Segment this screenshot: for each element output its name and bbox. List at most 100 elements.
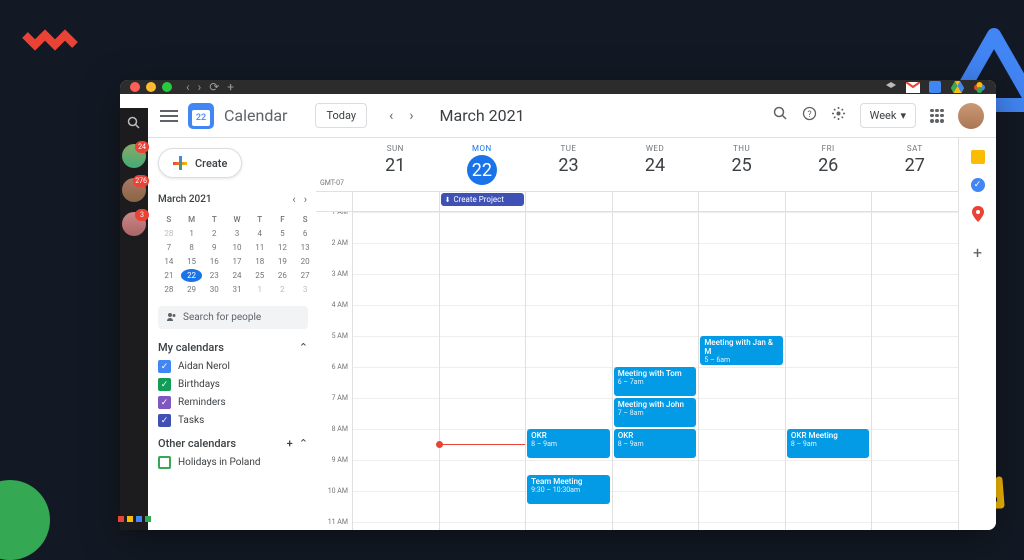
mini-day[interactable]: 15 — [181, 255, 203, 268]
tasks-icon[interactable]: ✓ — [971, 178, 985, 192]
event[interactable]: Meeting with John7 – 8am — [614, 398, 697, 427]
mini-day[interactable]: 29 — [181, 283, 203, 296]
day-header[interactable]: THU25 — [698, 138, 785, 191]
close-window-button[interactable] — [130, 82, 140, 92]
checkbox-icon[interactable]: ✓ — [158, 378, 171, 391]
forward-icon[interactable]: › — [198, 80, 202, 94]
checkbox-icon[interactable] — [158, 456, 171, 469]
mini-day[interactable]: 16 — [203, 255, 225, 268]
mini-day[interactable]: 23 — [203, 269, 225, 282]
mini-day[interactable]: 11 — [249, 241, 271, 254]
mini-day[interactable]: 31 — [226, 283, 248, 296]
mini-prev-button[interactable]: ‹ — [289, 192, 298, 207]
day-column[interactable] — [871, 212, 958, 530]
workspace-avatar[interactable]: 24 — [122, 144, 146, 168]
minimize-window-button[interactable] — [146, 82, 156, 92]
help-icon[interactable]: ? — [802, 106, 817, 125]
add-calendar-icon[interactable]: + — [287, 437, 293, 450]
view-selector[interactable]: Week ▾ — [860, 103, 916, 128]
mini-day[interactable]: 18 — [249, 255, 271, 268]
maps-icon[interactable] — [970, 206, 986, 222]
day-column[interactable]: Meeting with Tom6 – 7amMeeting with John… — [612, 212, 699, 530]
search-icon[interactable] — [773, 106, 788, 125]
next-period-button[interactable]: › — [403, 105, 419, 127]
day-column[interactable] — [439, 212, 526, 530]
mini-day[interactable]: 28 — [158, 227, 180, 240]
event[interactable]: OKR Meeting8 – 9am — [787, 429, 870, 458]
keep-icon[interactable] — [971, 150, 985, 164]
mini-day[interactable]: 9 — [203, 241, 225, 254]
other-calendars-header[interactable]: Other calendars + ⌃ — [158, 437, 316, 450]
calendar-item[interactable]: ✓Aidan Nerol — [158, 360, 316, 373]
day-column[interactable]: OKR8 – 9am Team Meeting9:30 – 10:30am — [525, 212, 612, 530]
event[interactable]: OKR8 – 9am — [527, 429, 610, 458]
mini-next-button[interactable]: › — [301, 192, 310, 207]
settings-icon[interactable] — [831, 106, 846, 125]
mini-day[interactable]: 7 — [158, 241, 180, 254]
checkbox-icon[interactable]: ✓ — [158, 414, 171, 427]
allday-event-chip[interactable]: ⬇ Create Project — [441, 193, 525, 206]
my-calendars-header[interactable]: My calendars ⌃ — [158, 341, 316, 354]
day-column[interactable]: Meeting with Jan & M5 – 6am — [698, 212, 785, 530]
mini-day[interactable]: 27 — [294, 269, 316, 282]
checkbox-icon[interactable]: ✓ — [158, 360, 171, 373]
mini-day[interactable]: 30 — [203, 283, 225, 296]
mini-day[interactable]: 25 — [249, 269, 271, 282]
day-header[interactable]: TUE23 — [525, 138, 612, 191]
mini-day[interactable]: 5 — [272, 227, 294, 240]
event[interactable]: Meeting with Jan & M5 – 6am — [700, 336, 783, 365]
apps-grid-icon[interactable] — [930, 109, 944, 123]
mini-day[interactable]: 28 — [158, 283, 180, 296]
day-header[interactable]: SUN21 — [352, 138, 439, 191]
calendar-item[interactable]: ✓Reminders — [158, 396, 316, 409]
create-button[interactable]: Create — [158, 148, 242, 178]
layers-icon[interactable] — [884, 80, 898, 94]
day-header[interactable]: SAT27 — [871, 138, 958, 191]
menu-icon[interactable] — [160, 110, 178, 122]
mini-day[interactable]: 1 — [181, 227, 203, 240]
mini-day[interactable]: 20 — [294, 255, 316, 268]
mini-day[interactable]: 2 — [272, 283, 294, 296]
mini-day[interactable]: 8 — [181, 241, 203, 254]
photos-icon[interactable] — [972, 80, 986, 94]
back-icon[interactable]: ‹ — [186, 80, 190, 94]
mini-day[interactable]: 26 — [272, 269, 294, 282]
event[interactable]: Meeting with Tom6 – 7am — [614, 367, 697, 396]
mini-day[interactable]: 17 — [226, 255, 248, 268]
mini-day[interactable]: 24 — [226, 269, 248, 282]
calendar-item[interactable]: Holidays in Poland — [158, 456, 316, 469]
mini-day[interactable]: 4 — [249, 227, 271, 240]
reload-icon[interactable]: ⟳ — [209, 80, 219, 94]
event[interactable]: Team Meeting9:30 – 10:30am — [527, 475, 610, 504]
event[interactable]: OKR8 – 9am — [614, 429, 697, 458]
mini-day[interactable]: 14 — [158, 255, 180, 268]
day-header[interactable]: WED24 — [612, 138, 699, 191]
mini-day[interactable]: 1 — [249, 283, 271, 296]
drive-icon[interactable] — [950, 80, 964, 94]
workspace-avatar[interactable]: 276 — [122, 178, 146, 202]
shift-apps-icon[interactable] — [118, 516, 151, 522]
calendar-item[interactable]: ✓Tasks — [158, 414, 316, 427]
mini-day[interactable]: 2 — [203, 227, 225, 240]
mini-day[interactable]: 19 — [272, 255, 294, 268]
mini-day[interactable]: 3 — [226, 227, 248, 240]
checkbox-icon[interactable]: ✓ — [158, 396, 171, 409]
day-column[interactable] — [352, 212, 439, 530]
calendar-ext-icon[interactable] — [928, 80, 942, 94]
search-people-input[interactable]: Search for people — [158, 306, 308, 329]
day-header[interactable]: FRI26 — [785, 138, 872, 191]
mini-day[interactable]: 6 — [294, 227, 316, 240]
mini-day[interactable]: 3 — [294, 283, 316, 296]
new-tab-icon[interactable]: + — [227, 80, 234, 94]
maximize-window-button[interactable] — [162, 82, 172, 92]
day-header[interactable]: MON22 — [439, 138, 526, 191]
prev-period-button[interactable]: ‹ — [383, 105, 399, 127]
today-button[interactable]: Today — [315, 103, 367, 128]
mini-day[interactable]: 10 — [226, 241, 248, 254]
add-panel-icon[interactable]: + — [970, 244, 986, 260]
user-avatar[interactable] — [958, 103, 984, 129]
calendar-item[interactable]: ✓Birthdays — [158, 378, 316, 391]
mini-day[interactable]: 22 — [181, 269, 203, 282]
day-column[interactable]: OKR Meeting8 – 9am — [785, 212, 872, 530]
mini-day[interactable]: 13 — [294, 241, 316, 254]
